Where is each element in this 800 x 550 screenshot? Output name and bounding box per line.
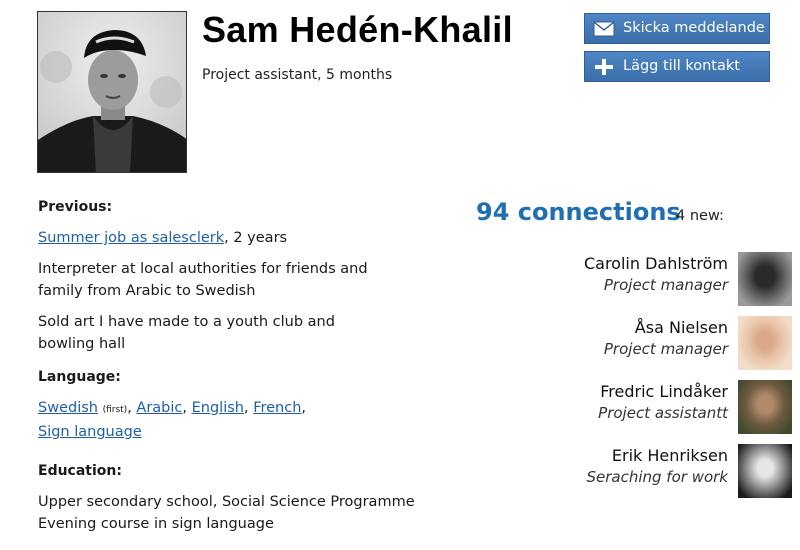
language-link[interactable]: French bbox=[253, 400, 301, 416]
previous-job-link[interactable]: Summer job as salesclerk bbox=[38, 230, 224, 246]
education-heading: Education: bbox=[38, 463, 122, 479]
previous-item: Summer job as salesclerk, 2 years bbox=[38, 227, 418, 249]
separator: , bbox=[243, 400, 249, 416]
connection-name: Carolin Dahlström bbox=[583, 254, 728, 273]
connection-avatar bbox=[738, 252, 792, 306]
connection-role: Project assistantt bbox=[598, 404, 728, 422]
send-message-button[interactable]: Skicka meddelande bbox=[584, 13, 770, 44]
previous-item: Sold art I have made to a youth club and… bbox=[38, 311, 418, 355]
language-link[interactable]: Swedish bbox=[38, 400, 98, 416]
separator: , bbox=[127, 400, 132, 416]
profile-details: Previous: Summer job as salesclerk, 2 ye… bbox=[38, 196, 418, 535]
connection-name: Åsa Nielsen bbox=[634, 318, 728, 337]
plus-icon bbox=[593, 58, 615, 76]
connection-role: Project manager bbox=[603, 276, 728, 294]
profile-name: Sam Hedén-Khalil bbox=[202, 9, 513, 50]
connection-item[interactable]: Åsa Nielsen Project manager bbox=[502, 316, 792, 372]
connection-item[interactable]: Fredric Lindåker Project assistantt bbox=[502, 380, 792, 436]
connection-avatar bbox=[738, 444, 792, 498]
separator: , bbox=[182, 400, 187, 416]
connection-role: Project manager bbox=[603, 340, 728, 358]
previous-heading: Previous: bbox=[38, 199, 113, 215]
connections-count-link[interactable]: 94 connections bbox=[476, 198, 681, 226]
previous-item: Interpreter at local authorities for fri… bbox=[38, 258, 418, 302]
language-link[interactable]: Arabic bbox=[136, 400, 182, 416]
connection-item[interactable]: Erik Henriksen Seraching for work bbox=[502, 444, 792, 500]
first-language-note: (first) bbox=[102, 405, 128, 415]
connection-name: Fredric Lindåker bbox=[600, 382, 728, 401]
person-portrait-image bbox=[38, 12, 186, 172]
previous-item-text: bowling hall bbox=[38, 336, 126, 352]
envelope-icon bbox=[593, 20, 615, 38]
add-contact-label: Lägg till kontakt bbox=[623, 58, 740, 74]
connection-item[interactable]: Carolin Dahlström Project manager bbox=[502, 252, 792, 308]
connection-role: Seraching for work bbox=[586, 468, 728, 486]
education-list: Upper secondary school, Social Science P… bbox=[38, 491, 418, 535]
previous-item-text: Interpreter at local authorities for fri… bbox=[38, 261, 368, 277]
connection-avatar bbox=[738, 316, 792, 370]
add-contact-button[interactable]: Lägg till kontakt bbox=[584, 51, 770, 82]
new-connections-label: 4 new: bbox=[676, 208, 724, 224]
language-heading: Language: bbox=[38, 369, 121, 385]
education-item: Evening course in sign language bbox=[38, 516, 274, 532]
connection-name: Erik Henriksen bbox=[611, 446, 728, 465]
previous-item-text: family from Arabic to Swedish bbox=[38, 283, 256, 299]
profile-subtitle: Project assistant, 5 months bbox=[202, 67, 393, 83]
previous-job-duration: , 2 years bbox=[224, 230, 288, 246]
previous-item-text: Sold art I have made to a youth club and bbox=[38, 314, 335, 330]
language-link[interactable]: Sign language bbox=[38, 424, 142, 440]
send-message-label: Skicka meddelande bbox=[623, 20, 765, 36]
education-item: Upper secondary school, Social Science P… bbox=[38, 494, 415, 510]
language-link[interactable]: English bbox=[192, 400, 244, 416]
separator: , bbox=[301, 400, 306, 416]
profile-photo bbox=[37, 11, 187, 173]
connection-avatar bbox=[738, 380, 792, 434]
language-list: Swedish (first), Arabic, English, French… bbox=[38, 397, 418, 443]
